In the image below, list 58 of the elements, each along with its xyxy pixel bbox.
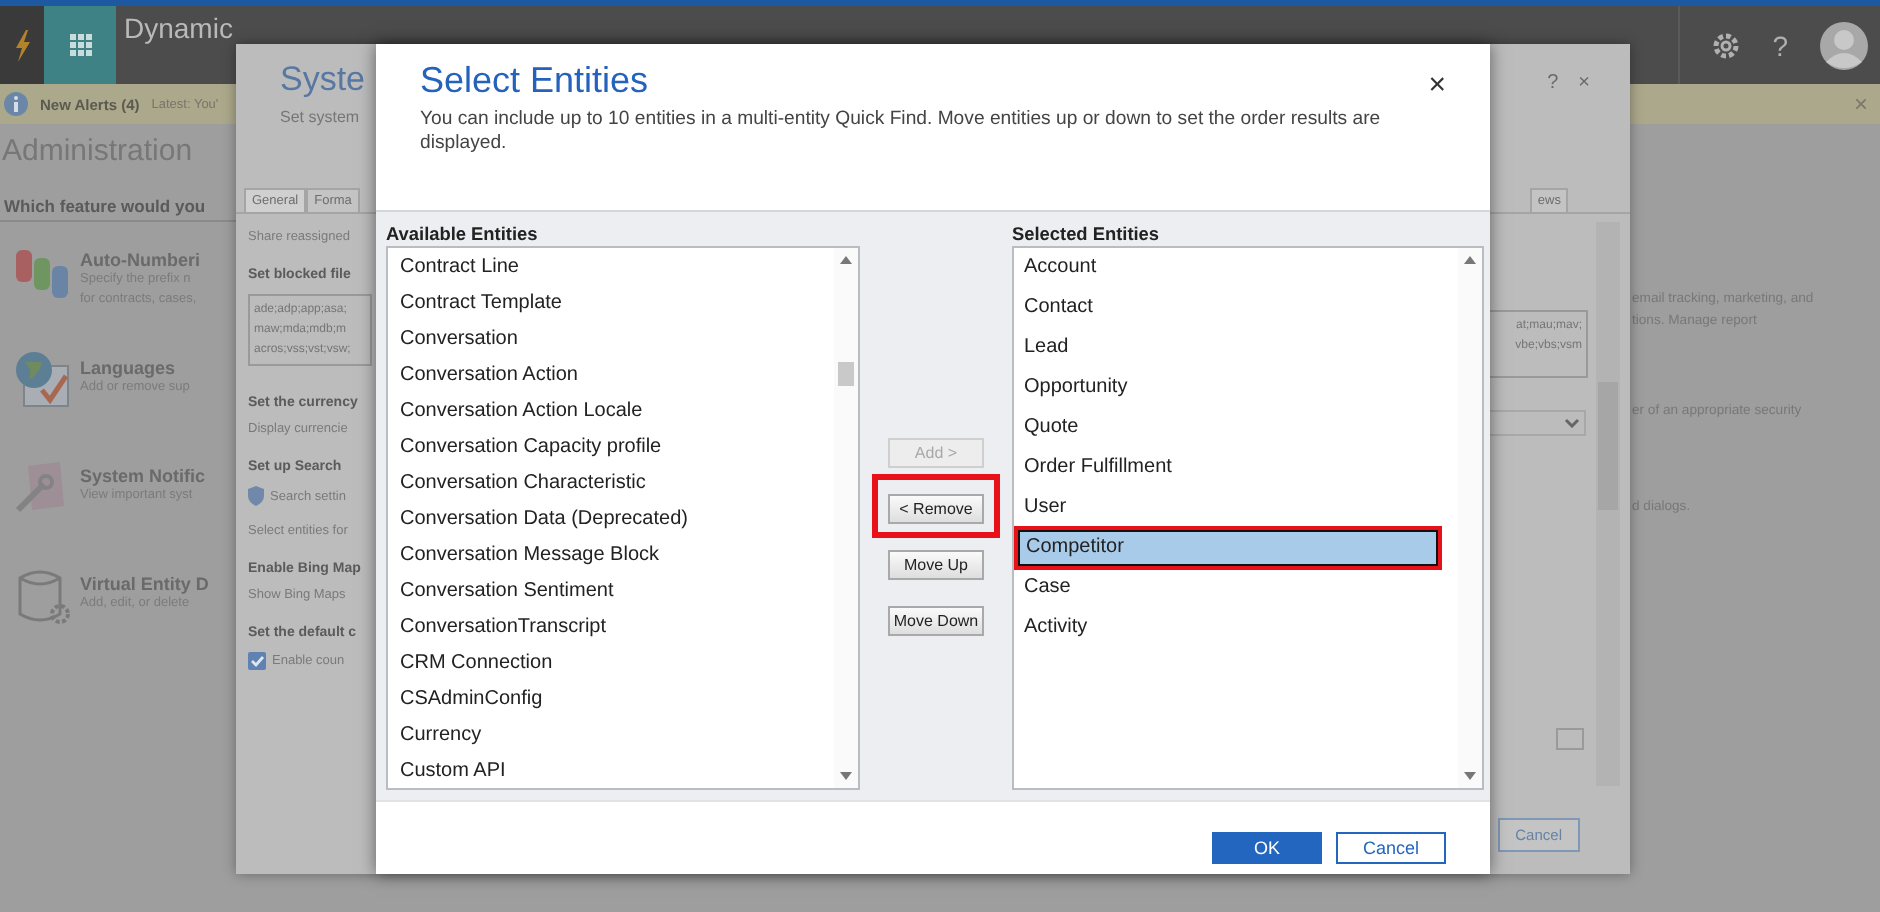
scrollbar[interactable]	[1458, 248, 1482, 788]
list-item[interactable]: Quote	[1018, 410, 1438, 446]
shield-icon	[248, 486, 264, 506]
list-item[interactable]: Custom API	[394, 754, 834, 790]
list-item[interactable]: Conversation Data (Deprecated)	[394, 502, 834, 538]
list-item[interactable]: Opportunity	[1018, 370, 1438, 406]
cancel-button[interactable]: Cancel	[1336, 832, 1446, 864]
entity-list[interactable]: Account Contact Lead Opportunity Quote Order Fulfillment User Competitor Case Activity	[1012, 246, 1484, 790]
list-item[interactable]: ConversationTranscript	[394, 610, 834, 646]
list-item[interactable]: CSAdminConfig	[394, 682, 834, 718]
scroll-down-icon[interactable]	[1464, 772, 1476, 780]
list-item[interactable]: Order Fulfillment	[1018, 450, 1438, 486]
list-item[interactable]: Currency	[394, 718, 834, 754]
list-item[interactable]: Account	[1018, 250, 1438, 286]
checkbox[interactable]	[248, 652, 266, 670]
list-item[interactable]: Activity	[1018, 610, 1438, 646]
app-launcher-icon[interactable]	[69, 34, 91, 56]
list-item[interactable]: Conversation Characteristic	[394, 466, 834, 502]
scroll-up-icon[interactable]	[840, 256, 852, 264]
dialog-title: Select Entities	[420, 60, 651, 102]
list-label: Available Entities	[386, 224, 540, 246]
globe-check-icon	[12, 350, 72, 410]
scrollbar[interactable]	[834, 248, 858, 788]
list-item[interactable]: Case	[1018, 570, 1438, 606]
scroll-down-icon[interactable]	[840, 772, 852, 780]
list-item[interactable]: Conversation Sentiment	[394, 574, 834, 610]
lightning-icon[interactable]	[13, 29, 31, 61]
list-item[interactable]: Conversation	[394, 322, 834, 358]
list-item[interactable]: Lead	[1018, 330, 1438, 366]
list-item[interactable]: Contract Template	[394, 286, 834, 322]
list-item[interactable]: CRM Connection	[394, 646, 834, 682]
list-item[interactable]: Contact	[1018, 290, 1438, 326]
chevron-down-icon	[1564, 418, 1580, 428]
scroll-thumb[interactable]	[838, 362, 854, 386]
info-icon	[4, 92, 28, 116]
list-item[interactable]: Conversation Capacity profile	[394, 430, 834, 466]
avatar-icon[interactable]	[1820, 21, 1868, 69]
dialog-title: Syste	[280, 60, 366, 100]
list-item[interactable]: Contract Line	[394, 250, 834, 286]
list-label: Selected Entities	[1012, 224, 1162, 246]
list-action-button[interactable]: Move Down	[888, 606, 984, 636]
settings-icon[interactable]	[1712, 31, 1741, 59]
help-button[interactable]: ?	[1772, 29, 1788, 61]
list-item[interactable]: User	[1018, 490, 1438, 526]
ok-button[interactable]: OK	[1212, 832, 1322, 864]
list-action-button[interactable]: < Remove	[888, 494, 984, 524]
entity-list[interactable]	[386, 246, 860, 790]
list-item[interactable]: Competitor	[1018, 530, 1438, 566]
close-button[interactable]: ×	[1428, 68, 1446, 102]
list-item[interactable]: Conversation Action Locale	[394, 394, 834, 430]
app-title: Dynamic	[124, 12, 233, 48]
dialog-description: You can include up to 10 entities in a multi-entity Quick Find. Move entities up or down to set the order results are displayed.	[420, 108, 1383, 156]
list-item[interactable]: Conversation Action	[394, 358, 834, 394]
dialog-subtitle: Set system	[280, 108, 360, 126]
scroll-up-icon[interactable]	[1464, 256, 1476, 264]
input-field[interactable]	[1556, 728, 1584, 750]
list-action-button[interactable]: Move Up	[888, 550, 984, 580]
list-item[interactable]: Conversation Message Block	[394, 538, 834, 574]
